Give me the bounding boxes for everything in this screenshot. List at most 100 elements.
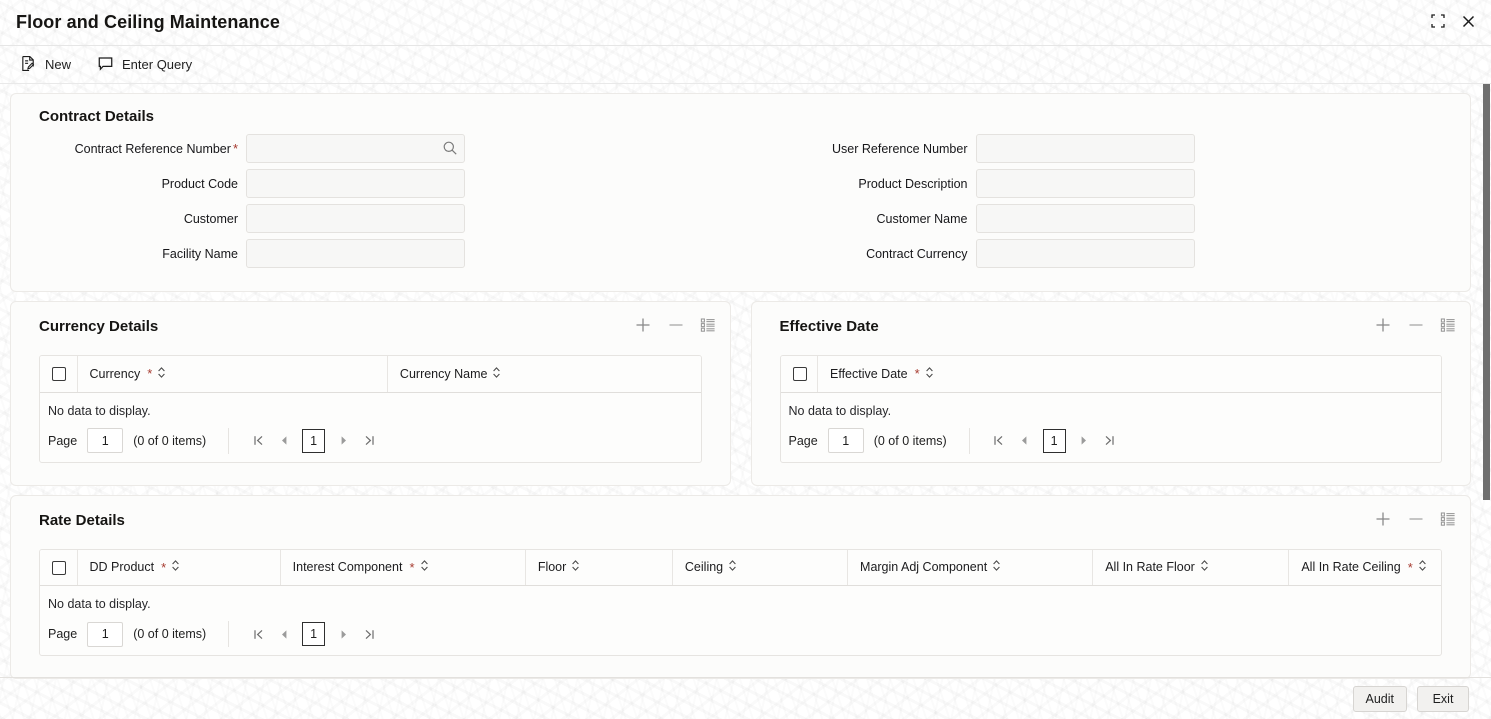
contract-reference-number-input[interactable]	[246, 134, 465, 163]
remove-icon[interactable]	[1407, 316, 1425, 337]
column-header-all-in-rate-floor[interactable]: All In Rate Floor	[1092, 549, 1290, 586]
sort-icon[interactable]	[1418, 559, 1427, 575]
field-row-customer-name: Customer Name	[741, 201, 1471, 236]
audit-button[interactable]: Audit	[1352, 685, 1407, 712]
sort-icon[interactable]	[171, 559, 180, 575]
first-page-icon[interactable]	[247, 429, 269, 453]
list-view-icon[interactable]	[1440, 317, 1456, 336]
sort-icon[interactable]	[492, 366, 501, 382]
column-header-effective-date[interactable]: Effective Date *	[817, 356, 1441, 393]
required-asterisk: *	[232, 140, 238, 156]
enter-query-button-label: Enter Query	[122, 57, 193, 72]
column-header-currency[interactable]: Currency *	[77, 356, 388, 393]
last-page-icon[interactable]	[358, 429, 380, 453]
product-description-input[interactable]	[975, 169, 1195, 198]
next-page-icon[interactable]	[332, 429, 354, 453]
next-page-icon[interactable]	[1073, 429, 1095, 453]
field-wrapper-facility-name	[246, 239, 465, 268]
currency-details-header: Currency Details	[11, 302, 730, 337]
pager-current-page[interactable]: 1	[1042, 428, 1066, 453]
table-header-row: Currency * Currency Name	[40, 356, 701, 393]
contract-currency-input[interactable]	[975, 239, 1195, 268]
add-icon[interactable]	[1374, 510, 1392, 531]
close-icon[interactable]	[1460, 13, 1477, 33]
remove-icon[interactable]	[667, 316, 685, 337]
pager-navigation: 1	[228, 621, 380, 647]
list-view-icon[interactable]	[1440, 511, 1456, 530]
first-page-icon[interactable]	[988, 429, 1010, 453]
pager-current-page[interactable]: 1	[302, 428, 326, 453]
speech-bubble-icon	[97, 55, 114, 75]
customer-input[interactable]	[246, 204, 465, 233]
field-wrapper-contract-reference-number	[246, 134, 465, 163]
enter-query-button[interactable]: Enter Query	[95, 53, 194, 77]
currency-details-table: Currency * Currency Name	[40, 356, 701, 393]
pager-navigation: 1	[228, 427, 380, 454]
next-page-icon[interactable]	[332, 622, 354, 646]
sort-icon[interactable]	[157, 366, 166, 382]
required-asterisk: *	[409, 559, 415, 575]
field-wrapper-customer-name	[975, 204, 1195, 233]
pager-page-input[interactable]	[87, 621, 124, 647]
sort-icon[interactable]	[992, 559, 1001, 575]
currency-details-title: Currency Details	[39, 318, 159, 335]
new-button[interactable]: New	[18, 53, 73, 77]
select-all-checkbox[interactable]	[52, 560, 66, 575]
scrollbar-thumb[interactable]	[1483, 84, 1490, 500]
rate-details-title: Rate Details	[39, 511, 125, 529]
search-icon[interactable]	[442, 140, 458, 159]
facility-name-input[interactable]	[246, 239, 465, 268]
column-header-dd-product[interactable]: DD Product *	[77, 549, 281, 586]
previous-page-icon[interactable]	[273, 622, 295, 646]
contract-details-right-column: User Reference Number Product Descriptio…	[741, 131, 1471, 271]
field-row-user-reference-number: User Reference Number	[741, 131, 1471, 166]
sort-icon[interactable]	[571, 559, 580, 575]
list-view-icon[interactable]	[700, 317, 716, 336]
column-header-all-in-rate-ceiling[interactable]: All In Rate Ceiling *	[1288, 549, 1441, 586]
sort-icon[interactable]	[1200, 559, 1209, 575]
pager-item-count: (0 of 0 items)	[133, 627, 207, 641]
field-label-contract-currency: Contract Currency	[866, 246, 968, 261]
add-icon[interactable]	[1374, 316, 1392, 337]
currency-details-empty-message: No data to display.	[48, 403, 151, 418]
product-code-input[interactable]	[246, 169, 465, 198]
select-all-checkbox[interactable]	[792, 367, 807, 382]
last-page-icon[interactable]	[358, 622, 380, 646]
exit-button[interactable]: Exit	[1417, 685, 1469, 712]
previous-page-icon[interactable]	[273, 429, 295, 453]
sort-icon[interactable]	[420, 559, 429, 575]
sort-icon[interactable]	[925, 366, 934, 382]
field-row-contract-reference-number: Contract Reference Number *	[11, 131, 741, 166]
first-page-icon[interactable]	[247, 622, 269, 646]
effective-date-tools	[1374, 316, 1456, 337]
form-content-area: Contract Details Contract Reference Numb…	[0, 84, 1491, 717]
user-reference-number-input[interactable]	[975, 134, 1195, 163]
pager-current-page[interactable]: 1	[302, 622, 326, 646]
grid-panels-row: Currency Details Currency * Currency Nam…	[10, 292, 1471, 486]
effective-date-card: Effective Date Effective Date * No data …	[750, 301, 1471, 486]
column-header-margin-adj-component[interactable]: Margin Adj Component	[847, 549, 1094, 586]
last-page-icon[interactable]	[1099, 429, 1121, 453]
table-header-row: Effective Date *	[780, 356, 1441, 393]
column-header-ceiling[interactable]: Ceiling	[672, 549, 849, 586]
sort-icon[interactable]	[728, 559, 737, 575]
select-all-checkbox[interactable]	[52, 367, 66, 382]
column-header-floor[interactable]: Floor	[525, 549, 673, 586]
pager-page-label: Page	[48, 627, 78, 641]
column-header-interest-component[interactable]: Interest Component *	[280, 549, 526, 586]
collapse-icon[interactable]	[1430, 13, 1446, 32]
window-controls	[1430, 13, 1477, 33]
rate-details-table-wrapper: DD Product * Interest Component * Floor …	[39, 548, 1442, 656]
pager-page-input[interactable]	[87, 428, 124, 453]
select-all-header	[40, 549, 78, 586]
previous-page-icon[interactable]	[1014, 429, 1036, 453]
vertical-scrollbar[interactable]	[1482, 84, 1491, 677]
rate-details-tools	[1374, 510, 1456, 531]
pager-page-input[interactable]	[827, 428, 864, 453]
column-header-currency-name[interactable]: Currency Name	[387, 356, 701, 393]
page-title: Floor and Ceiling Maintenance	[16, 12, 280, 32]
add-icon[interactable]	[634, 316, 652, 337]
remove-icon[interactable]	[1407, 510, 1425, 531]
effective-date-table: Effective Date *	[780, 356, 1441, 393]
customer-name-input[interactable]	[975, 204, 1195, 233]
